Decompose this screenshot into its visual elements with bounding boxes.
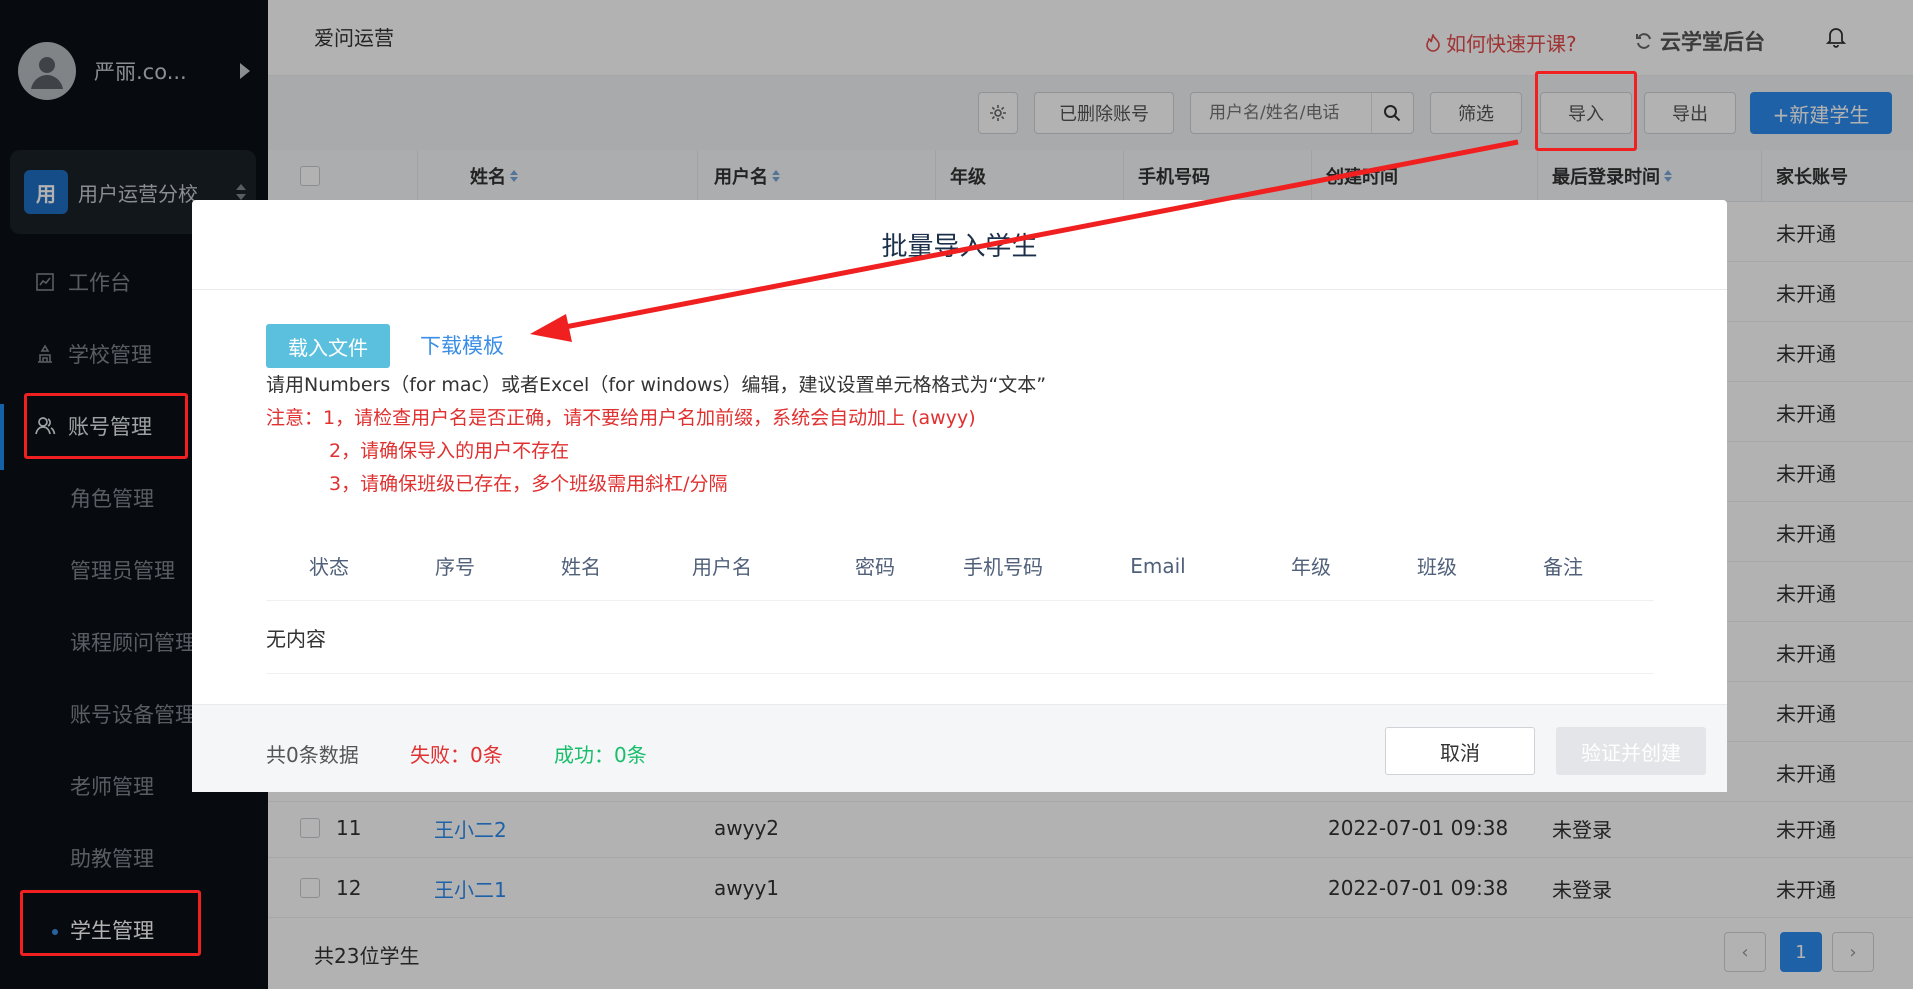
column-header-password: 密码 [855, 555, 895, 579]
import-table-header: 状态 序号 姓名 用户名 密码 手机号码 Email 年级 班级 备注 [266, 530, 1654, 601]
warning-1: 注意：1，请检查用户名是否正确，请不要给用户名加前缀，系统会自动加上 (awyy… [266, 407, 976, 429]
column-header-phone: 手机号码 [963, 555, 1043, 579]
success-count: 成功：0条 [554, 743, 647, 767]
column-header-status: 状态 [309, 555, 349, 579]
edit-tip: 请用Numbers（for mac）或者Excel（for windows）编辑… [266, 374, 1047, 396]
column-header-username: 用户名 [692, 555, 752, 579]
warning-3: 3，请确保班级已存在，多个班级需用斜杠/分隔 [329, 473, 728, 495]
batch-import-dialog: 批量导入学生 载入文件 下载模板 请用Numbers（for mac）或者Exc… [192, 200, 1727, 792]
empty-state: 无内容 [266, 602, 1654, 674]
column-header-name: 姓名 [561, 555, 601, 579]
column-header-grade: 年级 [1291, 555, 1331, 579]
dialog-title: 批量导入学生 [192, 200, 1727, 290]
total-records: 共0条数据 [266, 743, 359, 767]
column-header-remark: 备注 [1543, 555, 1583, 579]
failed-count: 失败：0条 [410, 743, 503, 767]
warning-2: 2，请确保导入的用户不存在 [329, 440, 570, 462]
dialog-footer: 共0条数据 失败：0条 成功：0条 取消 验证并创建 [192, 704, 1727, 792]
load-file-button[interactable]: 载入文件 [266, 324, 390, 368]
cancel-button[interactable]: 取消 [1385, 727, 1535, 775]
column-header-class: 班级 [1417, 555, 1457, 579]
verify-create-button[interactable]: 验证并创建 [1556, 727, 1706, 775]
column-header-email: Email [1130, 553, 1186, 578]
annotation-box-students [20, 890, 201, 956]
annotation-box-import [1535, 71, 1637, 151]
column-header-index: 序号 [435, 555, 475, 579]
annotation-box-accounts [24, 393, 188, 459]
download-template-link[interactable]: 下载模板 [420, 330, 504, 360]
